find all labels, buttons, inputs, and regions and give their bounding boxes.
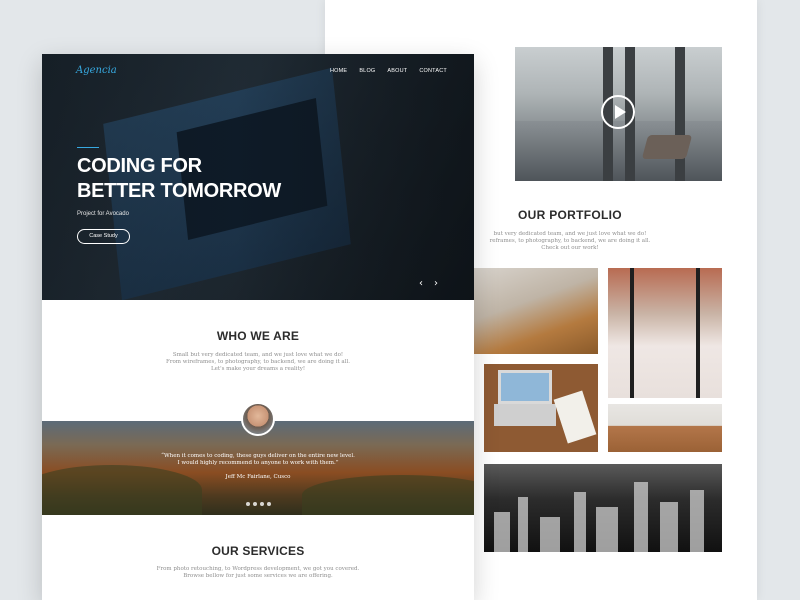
- logo[interactable]: Agencia: [76, 65, 117, 76]
- avatar: [241, 402, 275, 436]
- hero-title-line: BETTER TOMORROW: [77, 180, 282, 202]
- slider-dot[interactable]: [267, 502, 271, 506]
- nav-blog[interactable]: BLOG: [359, 68, 375, 74]
- building: [540, 517, 560, 552]
- portfolio-tile-table[interactable]: [608, 404, 722, 452]
- video-floor: [515, 121, 722, 181]
- laptop-screen: [498, 370, 552, 404]
- hero-title-line: CODING FOR: [77, 155, 202, 177]
- services-desc-line: Browse bellow for just some services we …: [183, 573, 333, 579]
- case-study-button[interactable]: Case Study: [77, 229, 130, 244]
- building: [660, 502, 678, 552]
- building: [494, 512, 510, 552]
- nav-contact[interactable]: CONTACT: [419, 68, 447, 74]
- portfolio-description: but very dedicated team, and we just lov…: [465, 231, 675, 252]
- hero-title: CODING FOR BETTER TOMORROW: [77, 154, 281, 204]
- portfolio-desc-line: reframes, to photography, to backend, we…: [489, 238, 651, 244]
- portfolio-title: OUR PORTFOLIO: [518, 208, 622, 222]
- hero-subtitle: Project for Avocado: [77, 211, 129, 217]
- nav-about[interactable]: ABOUT: [387, 68, 407, 74]
- landing-page: Agencia HOME BLOG ABOUT CONTACT CODING F…: [42, 54, 474, 600]
- slider-dot[interactable]: [260, 502, 264, 506]
- who-desc-line: Let's make your dreams a reality!: [210, 366, 306, 372]
- who-we-are-description: Small but very dedicated team, and we ju…: [153, 352, 363, 373]
- quote-line: “When it comes to coding, these guys del…: [161, 453, 355, 459]
- who-we-are-title: WHO WE ARE: [216, 329, 300, 343]
- services-desc-line: From photo retouching, to Wordpress deve…: [156, 566, 360, 572]
- landscape-hill: [42, 465, 202, 515]
- hero-accent-line: [77, 147, 99, 148]
- window-bar: [696, 268, 700, 398]
- chevron-right-icon[interactable]: ›: [431, 278, 441, 290]
- who-desc-line: From wireframes, to photography, to back…: [166, 359, 350, 365]
- building: [634, 482, 648, 552]
- chair: [641, 135, 693, 159]
- hero-section: Agencia HOME BLOG ABOUT CONTACT CODING F…: [42, 54, 474, 300]
- slider-dot[interactable]: [253, 502, 257, 506]
- main-nav: HOME BLOG ABOUT CONTACT: [330, 68, 447, 74]
- portfolio-tile-laptop[interactable]: [484, 364, 598, 452]
- portfolio-tile-window[interactable]: [608, 268, 722, 398]
- building: [596, 507, 618, 552]
- landscape-hill: [302, 475, 474, 515]
- window-bar: [630, 268, 634, 398]
- slider-dot[interactable]: [246, 502, 250, 506]
- nav-home[interactable]: HOME: [330, 68, 347, 74]
- chevron-left-icon[interactable]: ‹: [416, 278, 426, 290]
- slider-dots: [246, 502, 271, 506]
- portfolio-desc-line: but very dedicated team, and we just lov…: [493, 231, 647, 237]
- video-thumbnail[interactable]: [515, 47, 722, 181]
- who-desc-line: Small but very dedicated team, and we ju…: [172, 352, 344, 358]
- portfolio-desc-line: Check out our work!: [541, 245, 599, 251]
- quote-line: I would highly recommend to anyone to wo…: [177, 460, 339, 466]
- services-title: OUR SERVICES: [211, 544, 305, 558]
- portfolio-tile-desk[interactable]: [473, 268, 598, 354]
- building: [518, 497, 528, 552]
- testimonial-author: Jeff Mc Fairlane, Cusco: [225, 474, 291, 480]
- building: [690, 490, 704, 552]
- play-icon[interactable]: [601, 95, 635, 129]
- services-description: From photo retouching, to Wordpress deve…: [138, 566, 378, 580]
- testimonial-quote: “When it comes to coding, these guys del…: [132, 453, 384, 467]
- notebook: [553, 390, 597, 444]
- laptop-keyboard: [494, 404, 556, 426]
- window-frame: [675, 47, 685, 181]
- building: [574, 492, 586, 552]
- portfolio-tile-city[interactable]: [484, 464, 722, 552]
